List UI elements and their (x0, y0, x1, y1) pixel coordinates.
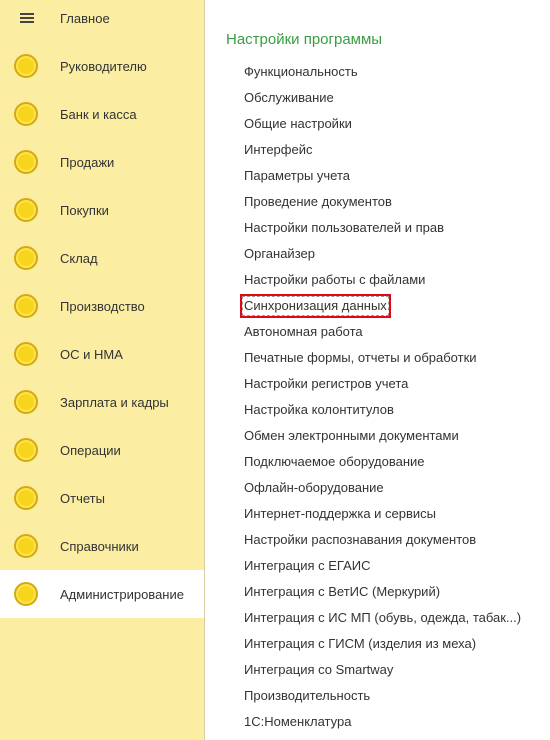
sidebar: Главное Руководителю Банк и касса Продаж… (0, 0, 205, 740)
sidebar-item-label: Справочники (60, 538, 139, 554)
coin-icon (14, 294, 38, 318)
sidebar-item-directories[interactable]: Справочники (0, 522, 204, 570)
settings-link[interactable]: Настройка колонтитулов (244, 400, 394, 420)
coin-icon (14, 534, 38, 558)
sidebar-item-production[interactable]: Производство (0, 282, 204, 330)
sidebar-item-reports[interactable]: Отчеты (0, 474, 204, 522)
settings-link[interactable]: Настройки распознавания документов (244, 530, 476, 550)
sidebar-item-label: Зарплата и кадры (60, 394, 169, 410)
coin-icon (14, 486, 38, 510)
settings-link[interactable]: Офлайн-оборудование (244, 478, 384, 498)
settings-link[interactable]: Органайзер (244, 244, 315, 264)
settings-link[interactable]: Интерфейс (244, 140, 312, 160)
sidebar-item-operations[interactable]: Операции (0, 426, 204, 474)
sidebar-item-manager[interactable]: Руководителю (0, 42, 204, 90)
sidebar-item-purchases[interactable]: Покупки (0, 186, 204, 234)
sidebar-item-label: Отчеты (60, 490, 105, 506)
coin-icon-wrap (0, 330, 56, 378)
settings-link[interactable]: Автономная работа (244, 322, 363, 342)
coin-icon (14, 54, 38, 78)
menu-icon (20, 13, 34, 23)
settings-link[interactable]: Параметры учета (244, 166, 350, 186)
settings-link[interactable]: Общие настройки (244, 114, 352, 134)
sidebar-item-warehouse[interactable]: Склад (0, 234, 204, 282)
settings-link[interactable]: Интеграция с ГИСМ (изделия из меха) (244, 634, 476, 654)
sidebar-item-bank[interactable]: Банк и касса (0, 90, 204, 138)
sidebar-item-label: ОС и НМА (60, 346, 123, 362)
sidebar-item-label: Администрирование (60, 586, 184, 602)
settings-link[interactable]: Проведение документов (244, 192, 392, 212)
coin-icon-wrap (0, 474, 56, 522)
sidebar-item-label: Покупки (60, 202, 109, 218)
coin-icon (14, 150, 38, 174)
coin-icon-wrap (0, 522, 56, 570)
sidebar-item-label: Банк и касса (60, 106, 137, 122)
sidebar-item-label: Операции (60, 442, 121, 458)
settings-link[interactable]: 1С:Номенклатура (244, 712, 351, 732)
sidebar-item-label: Склад (60, 250, 98, 266)
sidebar-item-label: Главное (60, 10, 110, 26)
coin-icon (14, 438, 38, 462)
coin-icon-wrap (0, 234, 56, 282)
settings-link[interactable]: Печатные формы, отчеты и обработки (244, 348, 477, 368)
settings-link[interactable]: Обслуживание (244, 88, 334, 108)
sidebar-item-assets[interactable]: ОС и НМА (0, 330, 204, 378)
section-title: Настройки программы (226, 31, 383, 48)
settings-link[interactable]: Обмен электронными документами (244, 426, 459, 446)
menu-icon-wrap (0, 0, 56, 42)
sidebar-item-salary[interactable]: Зарплата и кадры (0, 378, 204, 426)
coin-icon-wrap (0, 426, 56, 474)
sidebar-item-sales[interactable]: Продажи (0, 138, 204, 186)
sidebar-item-label: Продажи (60, 154, 115, 170)
coin-icon (14, 342, 38, 366)
coin-icon-wrap (0, 186, 56, 234)
sidebar-item-main[interactable]: Главное (0, 0, 204, 42)
settings-link[interactable]: Интеграция со Smartway (244, 660, 393, 680)
coin-icon (14, 102, 38, 126)
settings-link[interactable]: Подключаемое оборудование (244, 452, 425, 472)
settings-link[interactable]: Интеграция с ЕГАИС (244, 556, 370, 576)
coin-icon (14, 582, 38, 606)
coin-icon-wrap (0, 282, 56, 330)
coin-icon (14, 198, 38, 222)
coin-icon-wrap (0, 90, 56, 138)
settings-link[interactable]: Интеграция с ИС МП (обувь, одежда, табак… (244, 608, 521, 628)
coin-icon-wrap (0, 570, 56, 618)
settings-link[interactable]: Интернет-поддержка и сервисы (244, 504, 436, 524)
settings-link[interactable]: Функциональность (244, 62, 358, 82)
settings-link[interactable]: Настройки пользователей и прав (244, 218, 444, 238)
coin-icon (14, 390, 38, 414)
settings-link[interactable]: Настройки регистров учета (244, 374, 408, 394)
sidebar-item-label: Производство (60, 298, 145, 314)
settings-link[interactable]: Интеграция с ВетИС (Меркурий) (244, 582, 440, 602)
coin-icon-wrap (0, 138, 56, 186)
coin-icon (14, 246, 38, 270)
settings-link-highlighted[interactable]: Синхронизация данных (240, 294, 391, 318)
settings-link[interactable]: Производительность (244, 686, 370, 706)
coin-icon-wrap (0, 42, 56, 90)
settings-link[interactable]: Настройки работы с файлами (244, 270, 425, 290)
sidebar-item-administration[interactable]: Администрирование (0, 570, 204, 618)
coin-icon-wrap (0, 378, 56, 426)
sidebar-item-label: Руководителю (60, 58, 147, 74)
main-panel: Настройки программы Функциональность Обс… (206, 0, 550, 740)
